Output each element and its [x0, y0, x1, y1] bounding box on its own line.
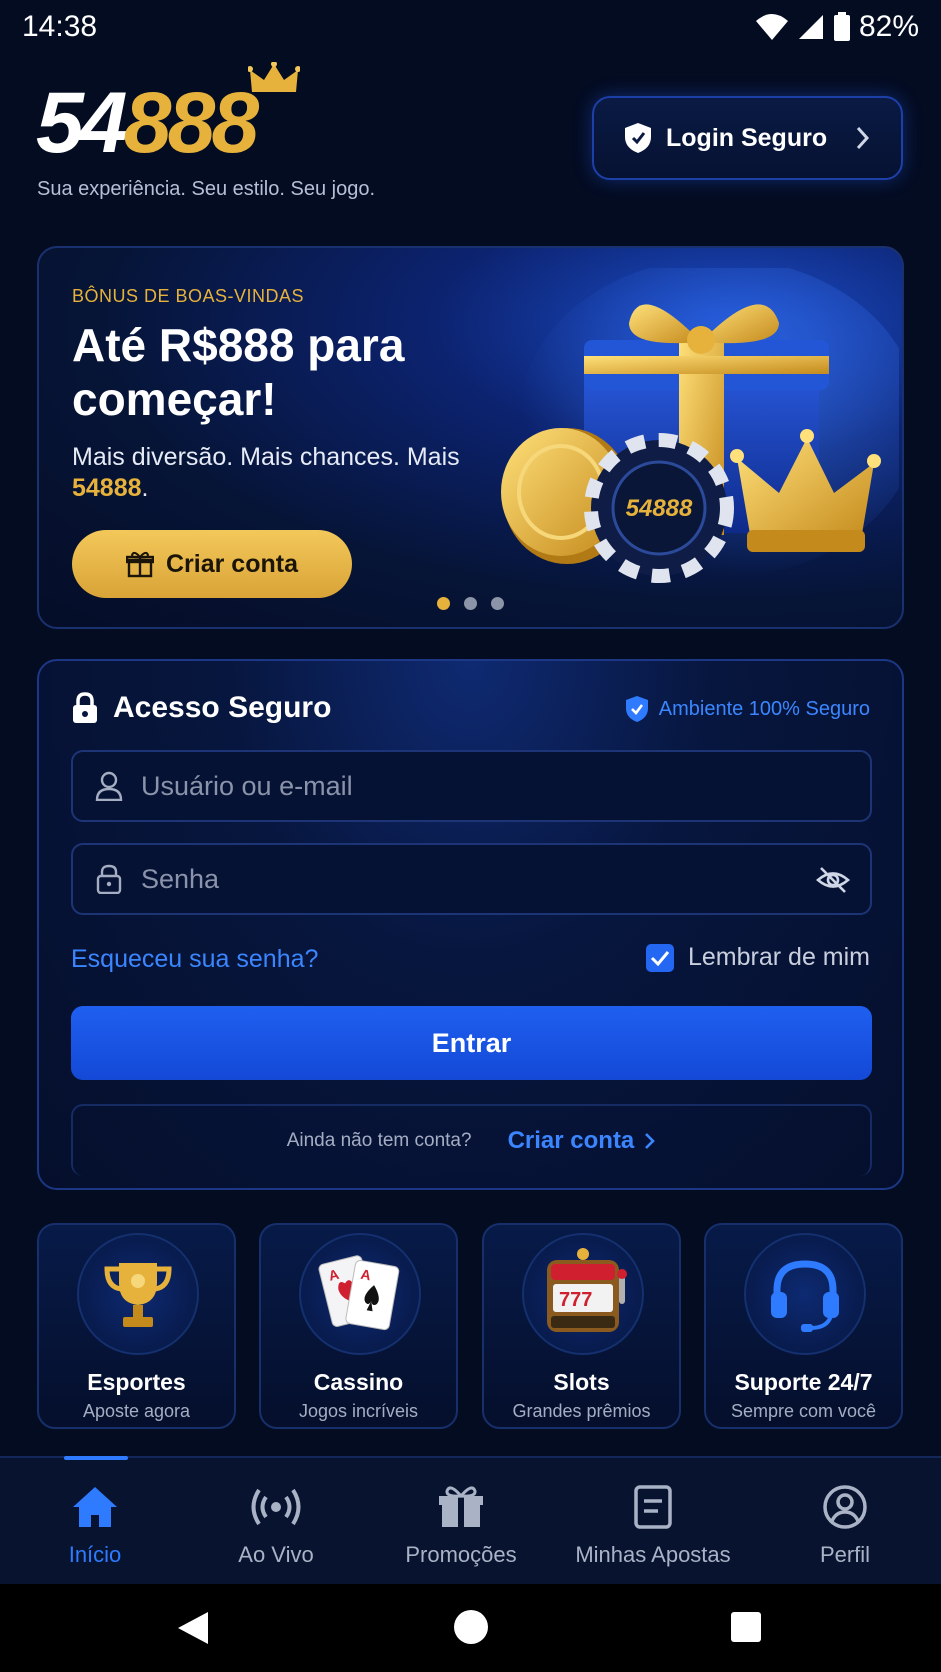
carousel-dot[interactable] — [437, 597, 450, 610]
banner-create-account-button[interactable]: Criar conta — [72, 530, 352, 598]
nav-item-ao-vivo[interactable]: Ao Vivo — [216, 1458, 336, 1586]
remember-me[interactable]: Lembrar de mim — [646, 943, 870, 972]
bottom-navigation: Início Ao Vivo Promoções Minhas Apostas … — [0, 1456, 941, 1584]
gift-icon — [126, 551, 154, 578]
tile-subtitle: Sempre com você — [730, 1401, 877, 1421]
signup-link[interactable]: Criar conta — [508, 1127, 657, 1155]
live-icon — [249, 1482, 303, 1532]
nav-item-promocoes[interactable]: Promoções — [391, 1458, 531, 1586]
secure-login-label: Login Seguro — [666, 123, 828, 152]
lock-icon — [73, 692, 97, 723]
secure-login-button[interactable]: Login Seguro — [592, 96, 903, 180]
checkmark-icon — [650, 950, 670, 966]
banner-kicker: BÔNUS DE BOAS-VINDAS — [72, 286, 305, 306]
cards-icon: AA — [299, 1233, 421, 1355]
category-tile-suporte[interactable]: Suporte 24/7 Sempre com você — [704, 1223, 903, 1429]
recents-icon[interactable] — [730, 1611, 762, 1643]
nav-item-minhas-apostas[interactable]: Minhas Apostas — [568, 1458, 738, 1586]
forgot-password-link[interactable]: Esqueceu sua senha? — [71, 945, 318, 974]
eye-off-icon[interactable] — [816, 865, 850, 895]
status-icons: 82% — [755, 10, 919, 44]
signup-link-label: Criar conta — [507, 1127, 635, 1154]
home-icon — [71, 1482, 119, 1532]
tile-subtitle: Jogos incríveis — [298, 1401, 419, 1421]
system-navigation-bar — [0, 1584, 941, 1672]
login-title: Acesso Seguro — [113, 691, 332, 724]
tile-title: Esportes — [87, 1369, 186, 1395]
banner-title: Até R$888 para começar! — [72, 319, 405, 425]
username-field-wrapper — [71, 750, 872, 822]
logo-text: 54888 — [36, 75, 259, 171]
category-tile-esportes[interactable]: Esportes Aposte agora — [37, 1223, 236, 1429]
lock-outline-icon — [96, 864, 122, 894]
tile-title: Cassino — [313, 1369, 404, 1395]
remember-label: Lembrar de mim — [688, 943, 870, 971]
tile-subtitle: Grandes prêmios — [512, 1401, 651, 1421]
crown-icon — [248, 62, 300, 92]
nav-label: Perfil — [819, 1542, 871, 1567]
tile-subtitle: Aposte agora — [82, 1401, 191, 1421]
home-circle-icon[interactable] — [453, 1609, 489, 1645]
password-input[interactable] — [141, 863, 761, 895]
gift-coins-crown-illustration: 54888 — [501, 268, 899, 583]
enter-button-label: Entrar — [431, 1027, 512, 1058]
secure-badge-label: Ambiente 100% Seguro — [658, 697, 870, 720]
status-time: 14:38 — [22, 10, 98, 43]
bets-icon — [633, 1482, 673, 1532]
tile-title: Suporte 24/7 — [734, 1369, 873, 1395]
wifi-icon — [755, 14, 788, 40]
signup-row: Ainda não tem conta? Criar conta — [71, 1104, 872, 1176]
password-field-wrapper — [71, 843, 872, 915]
battery-percent: 82% — [858, 10, 919, 43]
tile-title: Slots — [553, 1369, 610, 1395]
user-icon — [95, 771, 123, 801]
shield-icon — [625, 123, 651, 153]
promo-banner[interactable]: BÔNUS DE BOAS-VINDAS Até R$888 para come… — [37, 246, 904, 629]
chevron-right-icon — [645, 1133, 656, 1149]
brand-logo: 54888 — [36, 62, 306, 172]
profile-icon — [822, 1482, 868, 1532]
gift-icon — [438, 1482, 484, 1532]
login-card: Acesso Seguro Ambiente 100% Seguro Esque… — [37, 659, 904, 1190]
headset-icon — [744, 1233, 866, 1355]
chip-logo-text: 54888 — [626, 495, 693, 522]
shield-check-icon — [625, 696, 648, 722]
back-icon[interactable] — [176, 1610, 210, 1646]
nav-label: Promoções — [405, 1542, 517, 1567]
signup-question: Ainda não tem conta? — [286, 1130, 472, 1151]
tagline: Sua experiência. Seu estilo. Seu jogo. — [37, 178, 375, 200]
nav-label: Ao Vivo — [238, 1542, 314, 1567]
remember-checkbox[interactable] — [646, 943, 674, 972]
chevron-right-icon — [856, 126, 870, 150]
nav-label: Início — [68, 1542, 122, 1567]
enter-button[interactable]: Entrar — [71, 1006, 872, 1080]
category-tile-slots[interactable]: 777 Slots Grandes prêmios — [482, 1223, 681, 1429]
secure-badge: Ambiente 100% Seguro — [625, 695, 870, 723]
svg-text:777: 777 — [559, 1289, 592, 1311]
carousel-dot[interactable] — [464, 597, 477, 610]
signal-icon — [798, 15, 823, 39]
status-bar: 14:38 82% — [0, 0, 941, 56]
category-tile-cassino[interactable]: AA Cassino Jogos incríveis — [259, 1223, 458, 1429]
banner-subtitle: Mais diversão. Mais chances. Mais 54888. — [72, 443, 460, 502]
trophy-icon — [77, 1233, 199, 1355]
username-input[interactable] — [141, 770, 761, 802]
nav-item-inicio[interactable]: Início — [45, 1458, 145, 1586]
battery-icon — [833, 12, 850, 41]
login-card-header: Acesso Seguro — [71, 691, 331, 725]
slot-machine-icon: 777 — [522, 1233, 644, 1355]
nav-item-perfil[interactable]: Perfil — [795, 1458, 895, 1586]
banner-cta-label: Criar conta — [166, 549, 298, 578]
nav-label: Minhas Apostas — [575, 1542, 731, 1567]
